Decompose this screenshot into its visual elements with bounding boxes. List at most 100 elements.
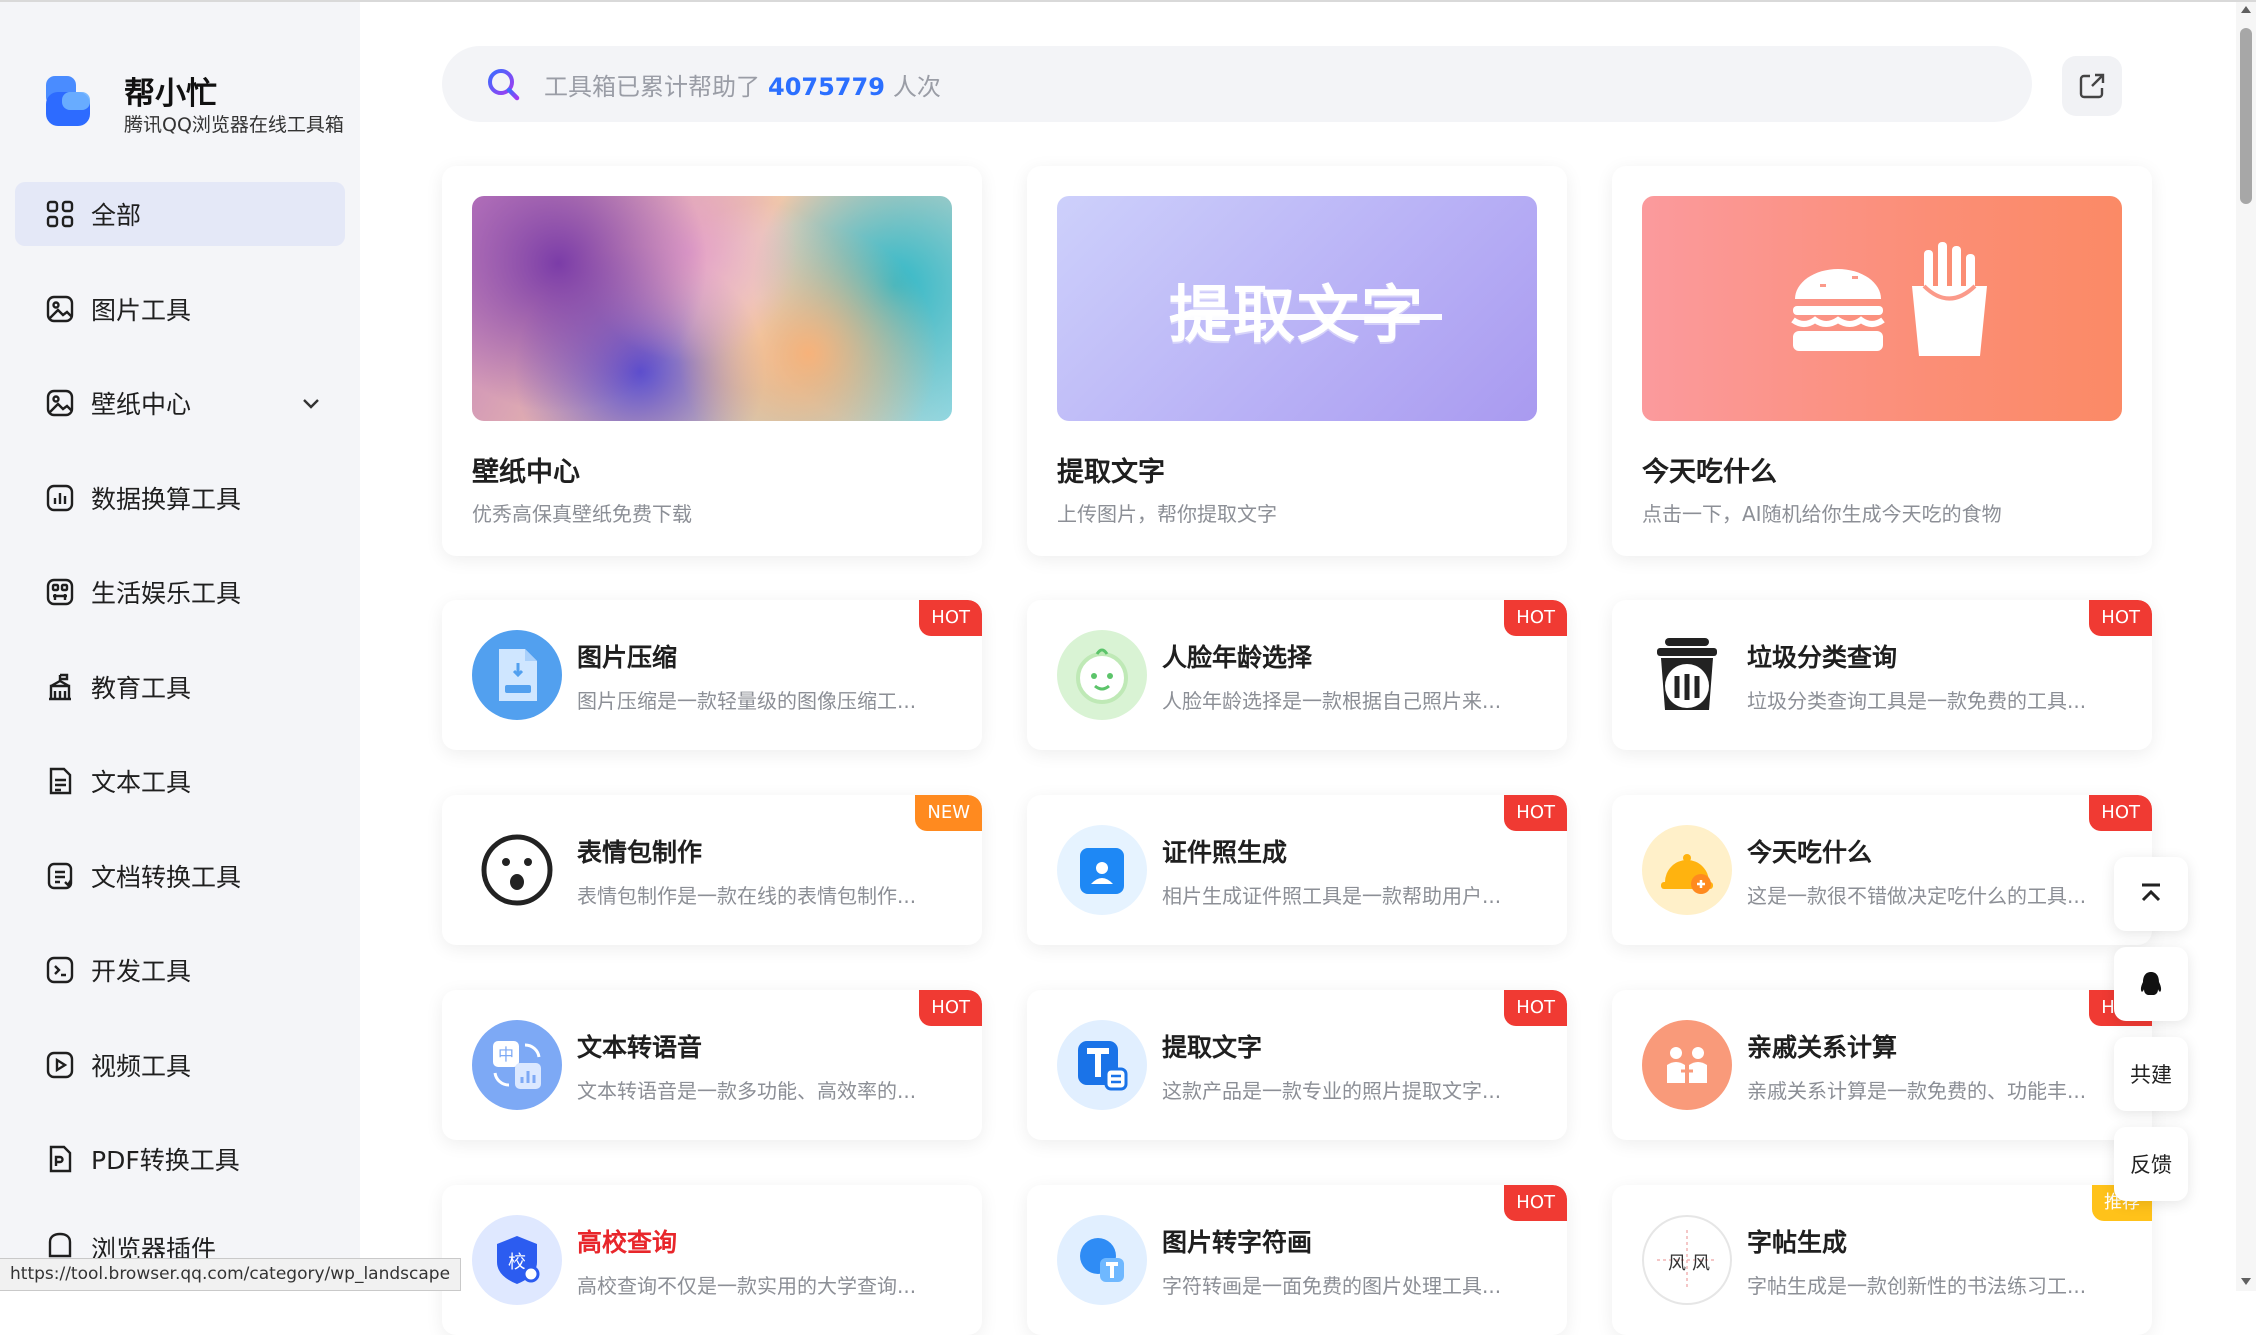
food-banner-image — [1642, 196, 2122, 421]
id-photo-icon — [1057, 825, 1147, 915]
hot-badge: HOT — [1504, 795, 1567, 831]
tool-card[interactable]: 中 文本转语音 文本转语音是一款多功能、高效率的... HOT — [442, 990, 982, 1140]
tool-card[interactable]: 人脸年龄选择 人脸年龄选择是一款根据自己照片来... HOT — [1027, 600, 1567, 750]
tool-card[interactable]: 图片转字符画 字符转画是一面免费的图片处理工具... HOT — [1027, 1185, 1567, 1335]
entertainment-icon — [45, 577, 75, 607]
featured-card-food[interactable]: 今天吃什么 点击一下，AI随机给你生成今天吃的食物 — [1612, 166, 2152, 556]
featured-desc: 上传图片，帮你提取文字 — [1057, 502, 1277, 526]
search-icon — [488, 69, 520, 101]
tool-desc: 亲戚关系计算是一款免费的、功能丰... — [1747, 1079, 2087, 1103]
food-bell-icon — [1642, 825, 1732, 915]
qq-penguin-icon — [2140, 972, 2162, 995]
document-icon — [45, 766, 75, 796]
scroll-down-arrow[interactable] — [2241, 1278, 2251, 1285]
tool-title: 垃圾分类查询 — [1747, 643, 1898, 672]
sidebar-item-doc-convert[interactable]: 文档转换工具 — [15, 844, 345, 908]
tool-title: 今天吃什么 — [1747, 838, 1873, 867]
grid-icon — [45, 199, 75, 229]
featured-title: 提取文字 — [1057, 457, 1165, 488]
tool-desc: 人脸年龄选择是一款根据自己照片来... — [1162, 689, 1502, 713]
tool-desc: 高校查询不仅是一款实用的大学查询... — [577, 1274, 917, 1298]
sidebar-item-label: 壁纸中心 — [91, 390, 192, 419]
school-search-icon: 校 — [472, 1215, 562, 1305]
share-button[interactable] — [2062, 56, 2122, 116]
sidebar-item-data-conversion[interactable]: 数据换算工具 — [15, 466, 345, 530]
code-icon — [45, 955, 75, 985]
tool-card[interactable]: 图片压缩 图片压缩是一款轻量级的图像压缩工... HOT — [442, 600, 982, 750]
copybook-icon: 风风 — [1642, 1215, 1732, 1305]
chevron-down-icon[interactable] — [299, 391, 323, 415]
tool-desc: 相片生成证件照工具是一款帮助用户... — [1162, 884, 1502, 908]
tool-card[interactable]: 表情包制作 表情包制作是一款在线的表情包制作... NEW — [442, 795, 982, 945]
image-to-text-icon — [1057, 1215, 1147, 1305]
cobuild-button[interactable]: 共建 — [2114, 1037, 2188, 1111]
share-icon — [2079, 73, 2105, 99]
sidebar-item-label: 浏览器插件 — [91, 1234, 217, 1262]
feedback-button[interactable]: 反馈 — [2114, 1127, 2188, 1201]
tool-title: 图片转字符画 — [1162, 1228, 1313, 1257]
banner-text: 提取文字 — [1168, 277, 1425, 351]
baby-face-icon — [1057, 630, 1147, 720]
scan-line — [1177, 314, 1442, 320]
text-to-speech-icon: 中 — [472, 1020, 562, 1110]
tool-card[interactable]: 垃圾分类查询 垃圾分类查询工具是一款免费的工具... HOT — [1612, 600, 2152, 750]
sidebar-item-entertainment[interactable]: 生活娱乐工具 — [15, 560, 345, 624]
tool-title: 文本转语音 — [577, 1033, 703, 1062]
sidebar-item-dev-tools[interactable]: 开发工具 — [15, 938, 345, 1002]
sidebar-item-all[interactable]: 全部 — [15, 182, 345, 246]
sidebar-item-video-tools[interactable]: 视频工具 — [15, 1033, 345, 1097]
tool-desc: 这款产品是一款专业的照片提取文字... — [1162, 1079, 1502, 1103]
sidebar-item-pdf-tools[interactable]: PDF转换工具 — [15, 1127, 345, 1191]
brand-logo-icon — [44, 72, 92, 128]
tool-desc: 字符转画是一面免费的图片处理工具... — [1162, 1274, 1502, 1298]
surprised-face-icon — [472, 825, 562, 915]
jpeg-file-icon — [472, 630, 562, 720]
scroll-up-arrow[interactable] — [2241, 6, 2251, 13]
chart-icon — [45, 483, 75, 513]
search-bar[interactable]: 工具箱已累计帮助了 4075779 人次 — [442, 46, 2032, 122]
wallpaper-banner-image — [472, 196, 952, 421]
sidebar-item-label: 全部 — [91, 201, 142, 230]
brand-subtitle: 腾讯QQ浏览器在线工具箱 — [124, 114, 344, 136]
tool-card[interactable]: 提取文字 这款产品是一款专业的照片提取文字... HOT — [1027, 990, 1567, 1140]
svg-text:风: 风 — [1692, 1253, 1710, 1274]
tool-card[interactable]: 证件照生成 相片生成证件照工具是一款帮助用户... HOT — [1027, 795, 1567, 945]
tool-desc: 这是一款很不错做决定吃什么的工具... — [1747, 884, 2087, 908]
hot-badge: HOT — [1504, 990, 1567, 1026]
sidebar-item-label: 生活娱乐工具 — [91, 579, 242, 608]
tool-desc: 图片压缩是一款轻量级的图像压缩工... — [577, 689, 917, 713]
trash-bin-icon — [1642, 630, 1732, 720]
image-icon — [45, 388, 75, 418]
help-count: 4075779 — [768, 72, 885, 101]
tool-card[interactable]: 今天吃什么 这是一款很不错做决定吃什么的工具... HOT — [1612, 795, 2152, 945]
sidebar-item-education[interactable]: 教育工具 — [15, 655, 345, 719]
tool-card[interactable]: 风风 字帖生成 字帖生成是一款创新性的书法练习工... 推荐 — [1612, 1185, 2152, 1335]
featured-card-wallpaper[interactable]: 壁纸中心 优秀高保真壁纸免费下载 — [442, 166, 982, 556]
status-bar-url: https://tool.browser.qq.com/category/wp_… — [0, 1258, 462, 1291]
back-to-top-button[interactable] — [2114, 857, 2188, 931]
featured-title: 今天吃什么 — [1642, 457, 1777, 488]
qq-button[interactable] — [2114, 947, 2188, 1021]
vertical-scrollbar[interactable] — [2236, 2, 2256, 1291]
back-to-top-icon — [2141, 883, 2161, 902]
tool-title: 图片压缩 — [577, 643, 678, 672]
featured-card-ocr[interactable]: 提取文字 提取文字 上传图片，帮你提取文字 — [1027, 166, 1567, 556]
video-icon — [45, 1050, 75, 1080]
sidebar-item-label: 开发工具 — [91, 957, 192, 986]
sidebar-item-image-tools[interactable]: 图片工具 — [15, 277, 345, 341]
scrollbar-thumb[interactable] — [2240, 28, 2252, 204]
sidebar-item-text-tools[interactable]: 文本工具 — [15, 749, 345, 813]
svg-text:风: 风 — [1668, 1253, 1686, 1274]
sidebar-item-wallpaper[interactable]: 壁纸中心 — [15, 371, 345, 435]
tool-desc: 字帖生成是一款创新性的书法练习工... — [1747, 1274, 2087, 1298]
image-icon — [45, 294, 75, 324]
tool-card[interactable]: 校 高校查询 高校查询不仅是一款实用的大学查询... — [442, 1185, 982, 1335]
hot-badge: HOT — [919, 600, 982, 636]
school-icon — [45, 672, 75, 702]
hot-badge: HOT — [2089, 600, 2152, 636]
sidebar-item-label: 数据换算工具 — [91, 484, 242, 514]
sidebar-item-browser-plugin[interactable]: 浏览器插件 — [15, 1222, 345, 1262]
tool-title: 亲戚关系计算 — [1747, 1033, 1898, 1062]
hot-badge: HOT — [1504, 600, 1567, 636]
tool-card[interactable]: 亲戚关系计算 亲戚关系计算是一款免费的、功能丰... HOT — [1612, 990, 2152, 1140]
